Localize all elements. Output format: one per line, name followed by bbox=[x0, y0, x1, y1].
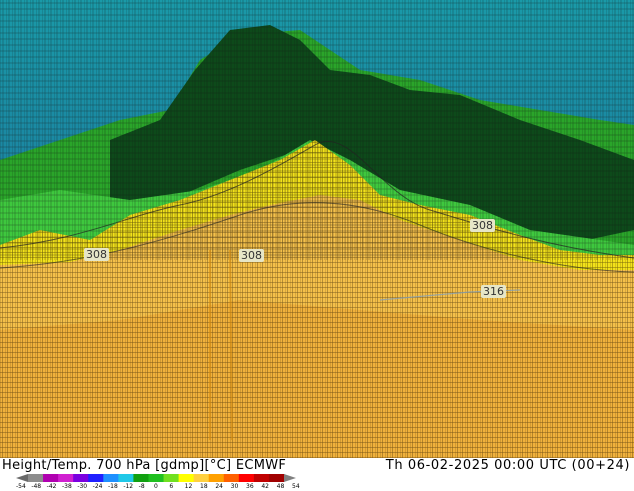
colorbar-swatch bbox=[103, 474, 119, 482]
colorbar-tick-label: 18 bbox=[200, 483, 208, 490]
colorbar-swatch bbox=[223, 474, 240, 482]
contour-label-316: 316 bbox=[481, 285, 506, 298]
colorbar-swatch bbox=[178, 474, 195, 482]
colorbar-tick-label: -48 bbox=[31, 483, 42, 490]
contour-label-308-center: 308 bbox=[239, 249, 264, 262]
colorbar-tick-label: -8 bbox=[138, 483, 145, 490]
colorbar-swatch bbox=[284, 474, 296, 482]
colorbar-tick-label: -54 bbox=[16, 483, 26, 490]
colorbar-tick-label: 24 bbox=[215, 483, 223, 490]
colorbar-swatch bbox=[148, 474, 165, 482]
colorbar-tick-label: -12 bbox=[123, 483, 134, 490]
colorbar-swatch bbox=[163, 474, 180, 482]
colorbar-swatch bbox=[73, 474, 89, 482]
colorbar-swatch bbox=[208, 474, 225, 482]
colorbar-tick-label: -24 bbox=[92, 483, 103, 490]
weather-map bbox=[0, 0, 634, 458]
footer-bar: Height/Temp. 700 hPa [gdmp][°C] ECMWF Th… bbox=[0, 458, 634, 490]
colorbar-swatch bbox=[193, 474, 210, 482]
colorbar-swatch bbox=[16, 474, 28, 482]
colorbar-tick-label: 12 bbox=[184, 483, 193, 490]
colorbar-tick-label: -38 bbox=[62, 483, 72, 490]
colorbar-swatch bbox=[133, 474, 149, 482]
colorbar-swatch bbox=[43, 474, 59, 482]
colorbar-swatch bbox=[118, 474, 134, 482]
colorbar-tick-label: -42 bbox=[46, 483, 57, 490]
colorbar-tick-label: 48 bbox=[276, 483, 285, 490]
colorbar-swatch bbox=[28, 474, 44, 482]
colorbar-tick-label: -18 bbox=[108, 483, 118, 490]
colorbar-tick-label: 30 bbox=[230, 483, 239, 490]
valid-time: Th 06-02-2025 00:00 UTC (00+24) bbox=[385, 458, 630, 473]
colorbar bbox=[16, 474, 296, 482]
colorbar-tick-label: 42 bbox=[261, 483, 269, 490]
colorbar-swatch bbox=[253, 474, 270, 482]
map-title: Height/Temp. 700 hPa [gdmp][°C] ECMWF bbox=[2, 458, 287, 473]
colorbar-swatch bbox=[88, 474, 104, 482]
colorbar-tick-label: 36 bbox=[246, 483, 254, 490]
colorbar-swatch bbox=[58, 474, 74, 482]
colorbar-tick-label: 6 bbox=[169, 483, 174, 490]
colorbar-tick-label: 54 bbox=[292, 483, 300, 490]
colorbar-tick-label: -30 bbox=[77, 483, 88, 490]
colorbar-tick-label: 0 bbox=[154, 483, 158, 490]
colorbar-swatch bbox=[238, 474, 255, 482]
colorbar-swatch bbox=[268, 474, 285, 482]
contour-label-308-left: 308 bbox=[84, 248, 109, 261]
contour-label-308-right: 308 bbox=[470, 219, 495, 232]
